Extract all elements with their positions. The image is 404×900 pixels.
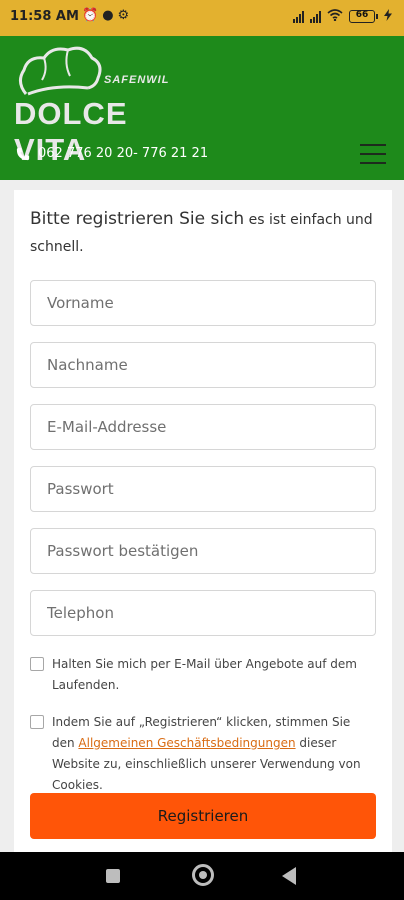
last-name-input[interactable] xyxy=(30,342,376,388)
terms-label: Indem Sie auf „Registrieren“ klicken, st… xyxy=(52,712,376,796)
battery-icon: 66 xyxy=(349,10,378,23)
form-heading-main: Bitte registrieren Sie sich xyxy=(30,209,245,229)
status-time: 11:58 AM xyxy=(10,9,79,24)
home-icon[interactable] xyxy=(192,864,214,886)
email-input[interactable] xyxy=(30,404,376,450)
newsletter-option: Halten Sie mich per E-Mail über Angebote… xyxy=(30,654,376,698)
status-left-icons: ⏰●⚙ xyxy=(82,8,133,23)
charging-icon xyxy=(384,9,392,24)
site-header: SAFENWIL DOLCE VITA 062 776 20 20- 776 2… xyxy=(0,36,404,180)
phone-icon xyxy=(16,147,30,160)
first-name-input[interactable] xyxy=(30,280,376,326)
hamburger-menu-icon[interactable] xyxy=(360,144,386,164)
register-button[interactable]: Registrieren xyxy=(30,793,376,839)
status-right-icons: 66 xyxy=(293,9,392,24)
password-input[interactable] xyxy=(30,466,376,512)
battery-level: 66 xyxy=(355,10,369,20)
password-confirm-input[interactable] xyxy=(30,528,376,574)
registration-card: Bitte registrieren Sie sich es ist einfa… xyxy=(14,190,392,852)
phone-contact[interactable]: 062 776 20 20- 776 21 21 xyxy=(16,146,208,161)
settings-icon: ⚙ xyxy=(117,8,134,23)
signal-icon xyxy=(310,10,321,23)
form-heading: Bitte registrieren Sie sich es ist einfa… xyxy=(30,206,378,260)
back-icon[interactable] xyxy=(282,867,296,885)
signal-icon xyxy=(293,10,304,23)
system-nav-bar xyxy=(0,852,404,900)
wifi-icon xyxy=(327,9,343,24)
logo-town: SAFENWIL xyxy=(104,74,170,86)
notification-icon: ● xyxy=(102,8,118,23)
alarm-icon: ⏰ xyxy=(82,8,103,23)
newsletter-label: Halten Sie mich per E-Mail über Angebote… xyxy=(52,657,357,692)
phone-number: 062 776 20 20- 776 21 21 xyxy=(38,146,209,161)
terms-link[interactable]: Allgemeinen Geschäftsbedingungen xyxy=(78,736,295,750)
newsletter-checkbox[interactable] xyxy=(30,657,44,671)
dolce-vita-logo[interactable]: SAFENWIL DOLCE VITA xyxy=(14,44,194,167)
terms-checkbox[interactable] xyxy=(30,715,44,729)
chef-hat-icon xyxy=(19,46,102,96)
terms-option: Indem Sie auf „Registrieren“ klicken, st… xyxy=(30,712,376,792)
status-bar: 11:58 AM ⏰●⚙ 66 xyxy=(0,0,404,36)
recent-apps-icon[interactable] xyxy=(106,869,120,883)
phone-input[interactable] xyxy=(30,590,376,636)
